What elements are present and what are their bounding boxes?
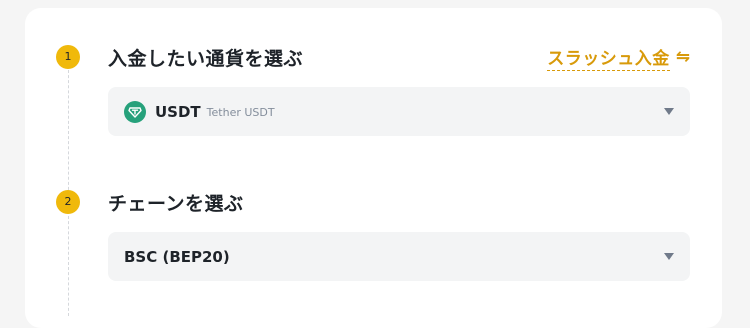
step-title: チェーンを選ぶ xyxy=(108,193,244,215)
coin-symbol: USDT xyxy=(155,102,201,121)
caret-down-icon xyxy=(664,253,674,260)
slash-deposit-link[interactable]: スラッシュ入金 ⇋ xyxy=(547,44,690,71)
tether-icon xyxy=(124,100,146,123)
chain-value: BSC (BEP20) xyxy=(124,247,230,266)
coin-full-name: Tether USDT xyxy=(206,106,275,119)
caret-down-icon xyxy=(664,108,674,115)
step-number-badge: 1 xyxy=(56,45,80,69)
slash-deposit-label: スラッシュ入金 xyxy=(547,44,670,71)
deposit-card: 1 入金したい通貨を選ぶ スラッシュ入金 ⇋ USDT Tether USDT … xyxy=(25,8,722,328)
step-connector-line xyxy=(68,216,69,316)
step-title: 入金したい通貨を選ぶ xyxy=(108,48,304,70)
chain-select[interactable]: BSC (BEP20) xyxy=(108,232,690,281)
step-connector-line xyxy=(68,70,69,195)
coin-select[interactable]: USDT Tether USDT xyxy=(108,87,690,136)
step-number-badge: 2 xyxy=(56,190,80,214)
swap-arrows-icon: ⇋ xyxy=(675,47,690,67)
